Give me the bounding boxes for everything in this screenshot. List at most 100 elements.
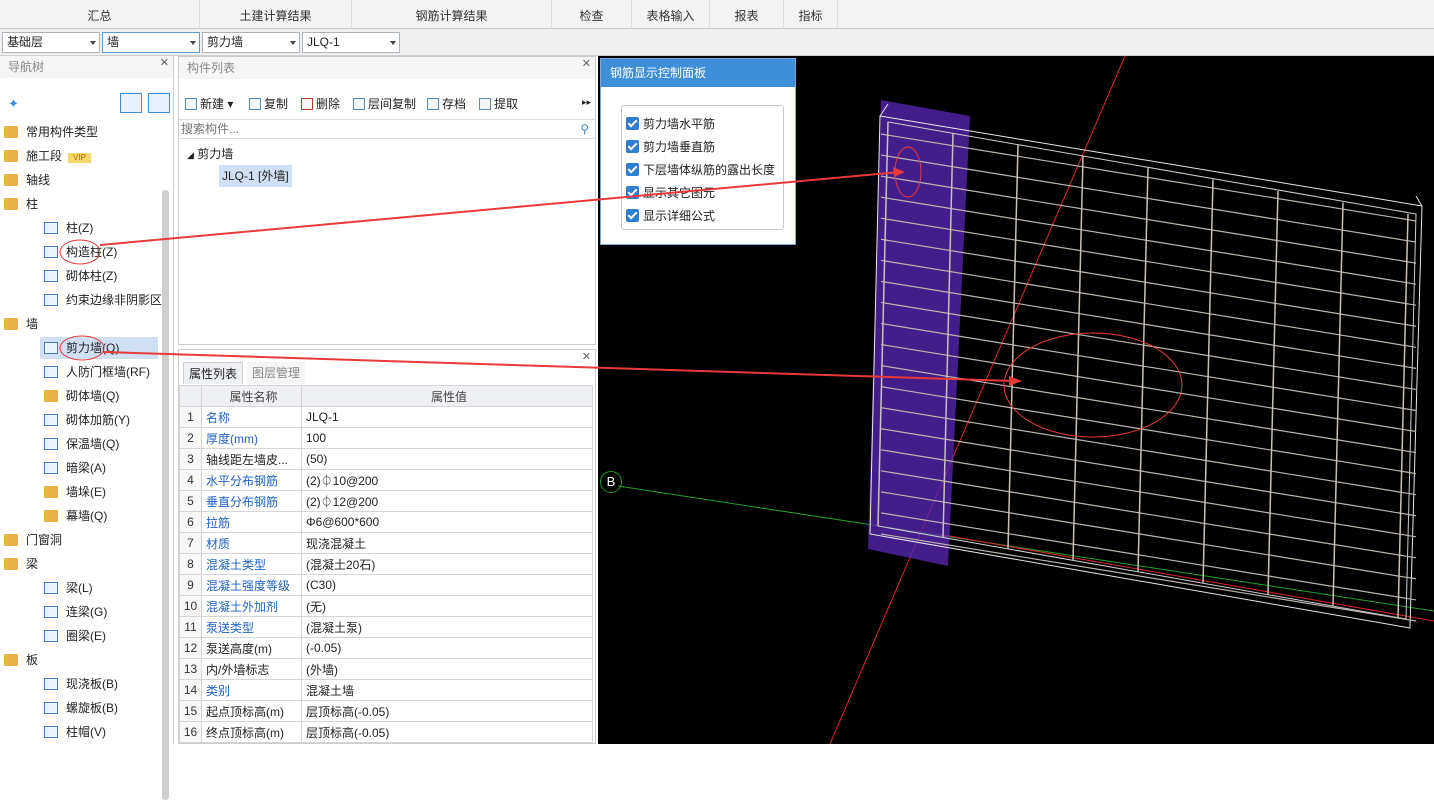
nav-group-beam[interactable]: 梁 [4, 553, 38, 575]
pin-icon[interactable]: ✦ [8, 96, 19, 112]
tab-civil-results[interactable]: 土建计算结果 [200, 0, 352, 29]
prop-value[interactable]: 100 [301, 427, 593, 449]
nav-item-hidden-beam[interactable]: 暗梁(A) [44, 457, 106, 479]
prop-value[interactable]: (混凝土泵) [301, 616, 593, 638]
nav-item-wall-pier[interactable]: 墙垛(E) [44, 481, 106, 503]
copy-button[interactable]: 复制 [249, 95, 288, 112]
tab-summary[interactable]: 汇总 [0, 0, 200, 29]
nav-item-civil-defense-door-wall[interactable]: 人防门框墙(RF) [44, 361, 150, 383]
nav-item-cast-slab[interactable]: 现浇板(B) [44, 673, 118, 695]
nav-item-constructional-column[interactable]: 构造柱(Z) [44, 241, 117, 263]
component-select[interactable]: JLQ-1 [302, 32, 400, 53]
option-vertical-rebar[interactable]: 剪力墙垂直筋 [626, 138, 715, 156]
tab-property-list[interactable]: 属性列表 [183, 362, 244, 384]
floor-select[interactable]: 基础层 [2, 32, 100, 53]
table-row[interactable]: 8 混凝土类型 (混凝土20石) [179, 553, 593, 575]
nav-item-column-cap[interactable]: 柱帽(V) [44, 721, 106, 743]
nav-scrollbar[interactable] [162, 190, 169, 800]
search-icon[interactable]: ⚲ [580, 122, 589, 136]
category-select[interactable]: 墙 [102, 32, 200, 53]
table-row[interactable]: 6 拉筋 Φ6@600*600 [179, 511, 593, 533]
checkbox-checked-icon[interactable] [626, 140, 639, 153]
table-row[interactable]: 2 厚度(mm) 100 [179, 427, 593, 449]
prop-value[interactable]: 现浇混凝土 [301, 532, 593, 554]
table-row[interactable]: 9 混凝土强度等级 (C30) [179, 574, 593, 596]
table-row[interactable]: 3 轴线距左墙皮... (50) [179, 448, 593, 470]
table-row[interactable]: 7 材质 现浇混凝土 [179, 532, 593, 554]
nav-group-openings[interactable]: 门窗洞 [4, 529, 62, 551]
save-button[interactable]: 存档 [427, 95, 466, 112]
prop-value[interactable]: (混凝土20石) [301, 553, 593, 575]
tab-rebar-results[interactable]: 钢筋计算结果 [352, 0, 552, 29]
prop-value[interactable]: 层顶标高(-0.05) [301, 721, 593, 743]
prop-value[interactable]: (外墙) [301, 658, 593, 680]
tab-index[interactable]: 指标 [784, 0, 838, 29]
prop-value[interactable]: 层顶标高(-0.05) [301, 700, 593, 722]
close-icon[interactable]: ✕ [160, 56, 169, 69]
checkbox-checked-icon[interactable] [626, 117, 639, 130]
detail-view-icon[interactable] [148, 93, 170, 113]
tree-node-shear-wall[interactable]: ◢ 剪力墙 [187, 145, 233, 162]
option-show-other-elements[interactable]: 显示其它图元 [626, 184, 715, 202]
type-select[interactable]: 剪力墙 [202, 32, 300, 53]
table-row[interactable]: 16 终点顶标高(m) 层顶标高(-0.05) [179, 721, 593, 743]
tree-node-jlq-1[interactable]: JLQ-1 [外墙] [219, 165, 292, 187]
checkbox-checked-icon[interactable] [626, 186, 639, 199]
prop-value[interactable]: (50) [301, 448, 593, 470]
table-row[interactable]: 14 类别 混凝土墙 [179, 679, 593, 701]
prop-value[interactable]: JLQ-1 [301, 406, 593, 428]
checkbox-checked-icon[interactable] [626, 209, 639, 222]
table-row[interactable]: 11 泵送类型 (混凝土泵) [179, 616, 593, 638]
prop-value[interactable]: (C30) [301, 574, 593, 596]
nav-item-shear-wall[interactable]: 剪力墙(Q) [40, 337, 158, 359]
nav-item-masonry-reinforcement[interactable]: 砌体加筋(Y) [44, 409, 130, 431]
checkbox-checked-icon[interactable] [626, 163, 639, 176]
nav-group-common[interactable]: 常用构件类型 [4, 121, 98, 143]
extract-button[interactable]: 提取 [479, 95, 518, 112]
table-row[interactable]: 10 混凝土外加剂 (无) [179, 595, 593, 617]
prop-value[interactable]: (2)⏀12@200 [301, 490, 593, 512]
nav-item-boundary-zone[interactable]: 约束边缘非阴影区 [44, 289, 162, 311]
nav-item-beam-l[interactable]: 梁(L) [44, 577, 93, 599]
nav-group-construction-stage[interactable]: 施工段 VIP [4, 145, 91, 167]
nav-group-wall[interactable]: 墙 [4, 313, 38, 335]
tab-table-input[interactable]: 表格输入 [632, 0, 710, 29]
table-row[interactable]: 1 名称 JLQ-1 [179, 406, 593, 428]
nav-item-insulation-wall[interactable]: 保温墙(Q) [44, 433, 119, 455]
option-show-formula[interactable]: 显示详细公式 [626, 207, 715, 225]
tab-check[interactable]: 检查 [552, 0, 632, 29]
nav-group-column[interactable]: 柱 [4, 193, 38, 215]
option-horizontal-rebar[interactable]: 剪力墙水平筋 [626, 115, 715, 133]
prop-value[interactable]: Φ6@600*600 [301, 511, 593, 533]
table-row[interactable]: 12 泵送高度(m) (-0.05) [179, 637, 593, 659]
delete-button[interactable]: 删除 [301, 95, 340, 112]
floor-copy-button[interactable]: 层间复制 [353, 95, 416, 112]
tab-report[interactable]: 报表 [710, 0, 784, 29]
more-icon[interactable]: ▸▸ [582, 97, 591, 108]
list-view-icon[interactable] [120, 93, 142, 113]
nav-item-masonry-column[interactable]: 砌体柱(Z) [44, 265, 117, 287]
prop-value[interactable]: 混凝土墙 [301, 679, 593, 701]
expand-icon[interactable]: ◢ [187, 150, 194, 160]
prop-value[interactable]: (无) [301, 595, 593, 617]
nav-item-column-z[interactable]: 柱(Z) [44, 217, 93, 239]
nav-group-slab[interactable]: 板 [4, 649, 38, 671]
new-button[interactable]: 新建 ▾ [185, 95, 233, 112]
prop-value[interactable]: (2)⏀10@200 [301, 469, 593, 491]
prop-value[interactable]: (-0.05) [301, 637, 593, 659]
tab-layer-manage[interactable]: 图层管理 [247, 362, 306, 384]
close-icon[interactable]: ✕ [582, 57, 591, 70]
table-row[interactable]: 5 垂直分布钢筋 (2)⏀12@200 [179, 490, 593, 512]
nav-item-spiral-slab[interactable]: 螺旋板(B) [44, 697, 118, 719]
close-icon[interactable]: ✕ [582, 350, 591, 363]
nav-item-coupling-beam[interactable]: 连梁(G) [44, 601, 107, 623]
nav-group-axis[interactable]: 轴线 [4, 169, 50, 191]
table-row[interactable]: 13 内/外墙标志 (外墙) [179, 658, 593, 680]
search-input[interactable] [179, 120, 559, 138]
nav-item-masonry-wall[interactable]: 砌体墙(Q) [44, 385, 119, 407]
nav-item-ring-beam[interactable]: 圈梁(E) [44, 625, 106, 647]
nav-item-curtain-wall[interactable]: 幕墙(Q) [44, 505, 107, 527]
table-row[interactable]: 15 起点顶标高(m) 层顶标高(-0.05) [179, 700, 593, 722]
table-row[interactable]: 4 水平分布钢筋 (2)⏀10@200 [179, 469, 593, 491]
option-exposed-length[interactable]: 下层墙体纵筋的露出长度 [626, 161, 775, 179]
